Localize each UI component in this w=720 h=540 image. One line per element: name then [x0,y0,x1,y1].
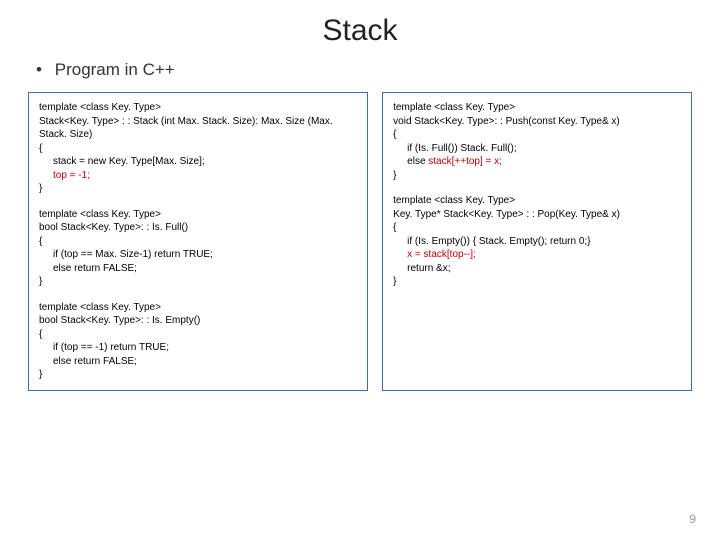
code-line: template <class Key. Type> [393,194,681,208]
slide: Stack • Program in C++ template <class K… [0,0,720,540]
code-line-highlight: x = stack[top--]; [393,248,681,262]
code-line: else return FALSE; [39,262,357,276]
code-line: stack = new Key. Type[Max. Size]; [39,155,357,169]
code-line: Stack<Key. Type> : : Stack (int Max. Sta… [39,115,357,142]
code-line: } [39,182,357,196]
code-line: template <class Key. Type> [393,101,681,115]
code-line: void Stack<Key. Type>: : Push(const Key.… [393,115,681,129]
code-line: template <class Key. Type> [39,101,357,115]
code-line: } [39,275,357,289]
code-line: { [393,221,681,235]
page-number: 9 [689,512,696,526]
code-line: if (top == -1) return TRUE; [39,341,357,355]
code-line: if (top == Max. Size-1) return TRUE; [39,248,357,262]
code-line-highlight: stack[++top] = x; [428,156,502,167]
code-push: template <class Key. Type> void Stack<Ke… [393,101,681,182]
code-line: return &x; [393,262,681,276]
code-line: bool Stack<Key. Type>: : Is. Full() [39,221,357,235]
code-line: } [39,368,357,382]
code-line-highlight: top = -1; [39,169,357,183]
code-box-left: template <class Key. Type> Stack<Key. Ty… [28,92,368,391]
bullet-line: • Program in C++ [36,60,692,80]
code-line: else return FALSE; [39,355,357,369]
code-line: else stack[++top] = x; [393,155,681,169]
code-line: { [39,142,357,156]
code-line: if (Is. Empty()) { Stack. Empty(); retur… [393,235,681,249]
code-line: } [393,275,681,289]
code-text: else [407,156,428,167]
page-title: Stack [28,14,692,48]
code-row: template <class Key. Type> Stack<Key. Ty… [28,92,692,391]
code-line: if (Is. Full()) Stack. Full(); [393,142,681,156]
code-line: Key. Type* Stack<Key. Type> : : Pop(Key.… [393,208,681,222]
code-isfull: template <class Key. Type> bool Stack<Ke… [39,208,357,289]
code-constructor: template <class Key. Type> Stack<Key. Ty… [39,101,357,196]
code-pop: template <class Key. Type> Key. Type* St… [393,194,681,289]
code-isempty: template <class Key. Type> bool Stack<Ke… [39,301,357,382]
code-line: bool Stack<Key. Type>: : Is. Empty() [39,314,357,328]
code-line: { [39,235,357,249]
code-line: template <class Key. Type> [39,301,357,315]
code-line: { [39,328,357,342]
bullet-dot: • [36,60,50,80]
code-line: template <class Key. Type> [39,208,357,222]
code-line: } [393,169,681,183]
bullet-text: Program in C++ [55,60,175,79]
code-line: { [393,128,681,142]
code-box-right: template <class Key. Type> void Stack<Ke… [382,92,692,391]
